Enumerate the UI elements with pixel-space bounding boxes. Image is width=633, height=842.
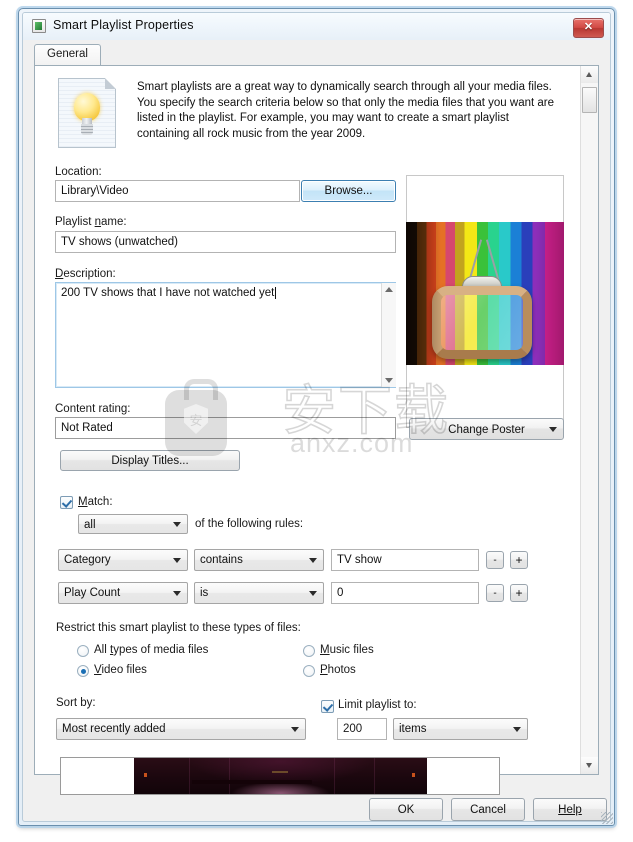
- rule-1-comparator-select[interactable]: is: [194, 582, 324, 604]
- chevron-down-icon: [309, 591, 317, 596]
- match-operator-select[interactable]: all: [78, 514, 188, 534]
- radio-video-files[interactable]: [77, 665, 89, 677]
- window-title: Smart Playlist Properties: [53, 18, 194, 32]
- location-input[interactable]: Library\Video: [55, 180, 300, 202]
- rule-1-comparator-value: is: [200, 587, 209, 599]
- scroll-down-button[interactable]: [581, 757, 598, 774]
- rule-0-comparator-value: contains: [200, 554, 243, 566]
- description-textarea[interactable]: 200 TV shows that I have not watched yet: [55, 282, 396, 388]
- rule-0-add-button[interactable]: +: [510, 551, 528, 569]
- display-titles-button[interactable]: Display Titles...: [60, 450, 240, 471]
- chevron-down-icon: [586, 763, 592, 768]
- help-button[interactable]: Help: [533, 798, 607, 821]
- browse-button[interactable]: Browse...: [301, 180, 396, 202]
- radio-all-media[interactable]: [77, 645, 89, 657]
- title-bar: Smart Playlist Properties ✕: [23, 13, 610, 40]
- rule-0-remove-button[interactable]: -: [486, 551, 504, 569]
- cancel-button[interactable]: Cancel: [451, 798, 525, 821]
- cancel-label: Cancel: [470, 803, 506, 816]
- rule-1-add-button[interactable]: +: [510, 584, 528, 602]
- rule-0-value-input[interactable]: TV show: [331, 549, 479, 571]
- radio-video-files-label: Video files: [94, 664, 147, 676]
- ok-button[interactable]: OK: [369, 798, 443, 821]
- sort-by-label: Sort by:: [56, 697, 96, 709]
- chevron-down-icon: [173, 558, 181, 563]
- lightbulb-document-icon: [58, 78, 116, 148]
- app-icon: [32, 19, 46, 33]
- limit-unit-value: items: [399, 723, 427, 735]
- chevron-down-icon: [513, 727, 521, 732]
- rule-1-field-value: Play Count: [64, 587, 121, 599]
- strip-light-right: [412, 773, 415, 777]
- description-scroll-down-icon[interactable]: [385, 378, 393, 383]
- sort-by-select[interactable]: Most recently added: [56, 718, 306, 740]
- description-scrollbar[interactable]: [381, 283, 396, 387]
- limit-checkbox[interactable]: [321, 700, 334, 713]
- intro-description: Smart playlists are a great way to dynam…: [137, 81, 554, 140]
- rule-0-field-value: Category: [64, 554, 111, 566]
- help-label: Help: [558, 803, 582, 816]
- match-checkbox[interactable]: [60, 496, 73, 509]
- radio-photos[interactable]: [303, 665, 315, 677]
- chevron-down-icon: [173, 591, 181, 596]
- chevron-down-icon: [173, 522, 181, 527]
- change-poster-button[interactable]: Change Poster: [409, 418, 564, 440]
- tab-strip: General: [34, 44, 599, 66]
- strip-dash: [272, 771, 288, 773]
- rule-1-value-input[interactable]: 0: [331, 582, 479, 604]
- chevron-down-icon: [549, 427, 557, 432]
- rule-1-remove-button[interactable]: -: [486, 584, 504, 602]
- playlist-name-input[interactable]: TV shows (unwatched): [55, 231, 396, 253]
- limit-label: Limit playlist to:: [338, 699, 417, 711]
- poster-vignette: [406, 222, 564, 365]
- match-label: Match:: [78, 496, 113, 508]
- panel-scrollbar[interactable]: [580, 66, 598, 774]
- chevron-down-icon: [291, 727, 299, 732]
- bulb-base: [81, 124, 93, 135]
- preview-strip-image: [134, 758, 427, 794]
- restrict-label: Restrict this smart playlist to these ty…: [56, 622, 301, 634]
- chevron-down-icon: [309, 558, 317, 563]
- description-text: 200 TV shows that I have not watched yet: [61, 287, 275, 299]
- description-label: Description:: [55, 268, 116, 280]
- close-button[interactable]: ✕: [573, 18, 604, 38]
- chevron-up-icon: [586, 72, 592, 77]
- bulb-glass: [74, 93, 100, 121]
- content-rating-input[interactable]: Not Rated: [55, 417, 396, 439]
- description-scroll-up-icon[interactable]: [385, 287, 393, 292]
- change-poster-label: Change Poster: [448, 424, 525, 436]
- radio-all-media-label: All types of media files: [94, 644, 209, 656]
- scroll-up-button[interactable]: [581, 66, 598, 83]
- radio-photos-label: Photos: [320, 664, 356, 676]
- rule-0-field-select[interactable]: Category: [58, 549, 188, 571]
- strip-stage-bar: [192, 780, 312, 784]
- radio-music-files-label: Music files: [320, 644, 374, 656]
- rule-0-comparator-select[interactable]: contains: [194, 549, 324, 571]
- preview-strip-frame: [60, 757, 500, 795]
- scrollbar-thumb[interactable]: [582, 87, 597, 113]
- sort-by-value: Most recently added: [62, 723, 166, 735]
- match-suffix-label: of the following rules:: [195, 518, 304, 530]
- rule-1-field-select[interactable]: Play Count: [58, 582, 188, 604]
- strip-light-left: [144, 773, 147, 777]
- radio-music-files[interactable]: [303, 645, 315, 657]
- content-rating-label: Content rating:: [55, 403, 131, 415]
- close-icon: ✕: [583, 21, 594, 33]
- poster-image: [406, 222, 564, 365]
- resize-grip[interactable]: [601, 812, 613, 824]
- tab-general[interactable]: General: [34, 44, 101, 66]
- match-operator-value: all: [84, 519, 96, 531]
- location-label: Location:: [55, 166, 102, 178]
- playlist-name-label: Playlist name:: [55, 216, 127, 228]
- limit-unit-select[interactable]: items: [393, 718, 528, 740]
- limit-amount-input[interactable]: 200: [337, 718, 387, 740]
